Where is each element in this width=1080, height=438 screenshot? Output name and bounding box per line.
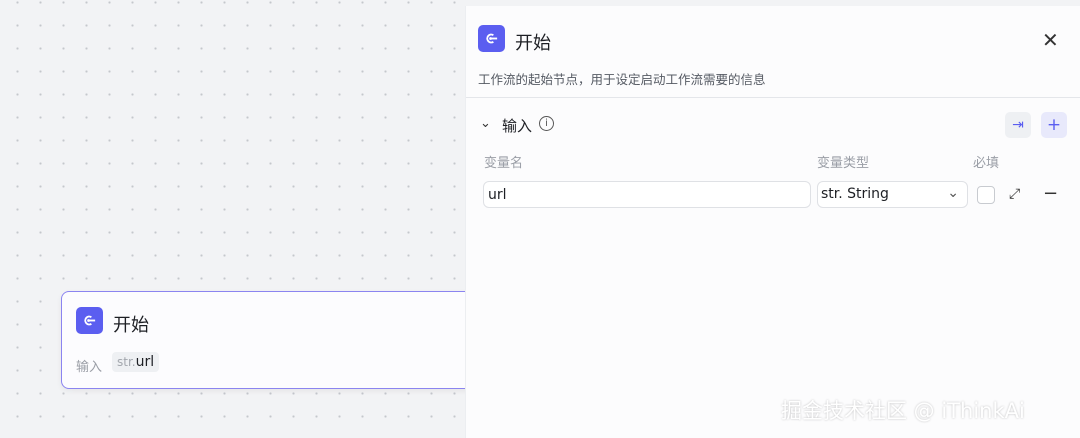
- node-settings-panel: 开始 ✕ 工作流的起始节点，用于设定启动工作流需要的信息 ⌄ 输入 i ⇥ + …: [465, 6, 1080, 438]
- chevron-down-icon[interactable]: ⌄: [480, 116, 491, 131]
- start-icon: [478, 25, 505, 52]
- add-variable-button[interactable]: +: [1041, 112, 1067, 138]
- start-icon: [76, 307, 103, 334]
- divider: [466, 97, 1080, 98]
- workflow-canvas[interactable]: 开始 输入 str.url: [0, 0, 481, 438]
- node-input-label: 输入: [76, 360, 103, 375]
- required-checkbox[interactable]: [977, 186, 995, 204]
- close-icon[interactable]: ✕: [1042, 28, 1059, 52]
- info-icon[interactable]: i: [539, 116, 554, 131]
- import-icon: ⇥: [1012, 117, 1024, 133]
- start-node[interactable]: 开始 输入 str.url: [61, 291, 481, 389]
- plus-icon: +: [1046, 115, 1062, 135]
- variable-type-value: str. String: [821, 186, 889, 202]
- remove-variable-icon[interactable]: −: [1043, 183, 1058, 204]
- node-title: 开始: [113, 315, 149, 336]
- variable-name-input[interactable]: url: [483, 181, 811, 208]
- tag-name: url: [135, 354, 155, 370]
- panel-title: 开始: [515, 33, 551, 54]
- import-button[interactable]: ⇥: [1005, 112, 1031, 138]
- column-header-name: 变量名: [484, 156, 524, 171]
- panel-description: 工作流的起始节点，用于设定启动工作流需要的信息: [478, 72, 766, 87]
- expand-icon[interactable]: ⤢: [1009, 186, 1020, 202]
- column-header-required: 必填: [973, 156, 1000, 171]
- chevron-down-icon: ⌄: [947, 185, 959, 201]
- input-variable-tag: str.url: [112, 352, 160, 372]
- variable-type-select[interactable]: str. String ⌄: [817, 181, 968, 208]
- section-title: 输入: [502, 117, 533, 135]
- watermark: 掘金技术社区 @ iThinkAi: [781, 399, 1025, 423]
- column-header-type: 变量类型: [817, 156, 870, 171]
- tag-type: str.: [117, 355, 136, 369]
